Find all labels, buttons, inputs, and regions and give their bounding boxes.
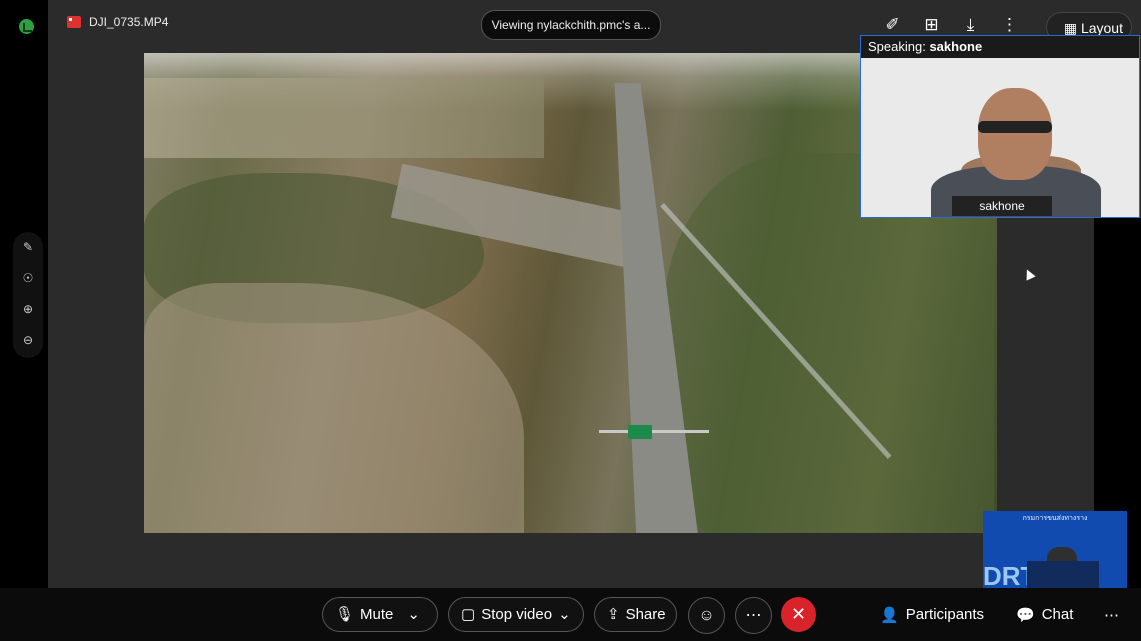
stop-video-label: Stop video <box>481 606 553 623</box>
speaker-glasses <box>978 121 1052 133</box>
field-patch <box>144 78 544 158</box>
shared-file-name: DJI_0735.MP4 <box>89 15 169 29</box>
more-panels-button[interactable]: ⋯ <box>1104 597 1119 632</box>
top-actions: ✐ ⊞ ⤓ ⋮ <box>880 12 1022 37</box>
road-sign <box>628 425 652 439</box>
speaker-head <box>978 88 1052 180</box>
more-options-icon: ⋯ <box>745 607 762 624</box>
mute-label: Mute <box>360 606 394 623</box>
speaking-indicator: Speaking: sakhone <box>861 36 1139 58</box>
pip-title: กรมการขนส่งทางราง <box>1022 515 1088 522</box>
pip-desk <box>1027 561 1099 590</box>
chat-icon: 💬 <box>1016 606 1035 624</box>
share-icon: ⇪ <box>607 606 620 623</box>
stop-video-button[interactable]: ▢ Stop video ⌄ <box>448 597 584 632</box>
annotate-icon[interactable]: ✎ <box>13 232 43 263</box>
participants-label: Participants <box>905 606 985 623</box>
chevron-down-icon[interactable]: ⌄ <box>558 597 571 632</box>
close-icon: ✕ <box>790 604 807 624</box>
left-rail: ✎ ☉ ⊕ ⊖ <box>0 0 48 588</box>
annotation-toolbar: ✎ ☉ ⊕ ⊖ <box>13 232 43 358</box>
mute-button[interactable]: 🎙 Mute ⌄ <box>322 597 438 632</box>
sign-gantry <box>599 430 709 433</box>
layout-icon: ▦ <box>1063 20 1081 36</box>
video-file-icon <box>67 16 81 28</box>
more-button[interactable]: ⋯ <box>735 597 772 634</box>
dirt-patch <box>144 283 524 533</box>
new-whiteboard-icon[interactable]: ⊞ <box>919 12 944 37</box>
active-speaker-tile[interactable]: Speaking: sakhone sakhone <box>860 35 1140 218</box>
participants-icon: 👤 <box>880 606 899 624</box>
more-options-icon[interactable]: ⋮ <box>997 12 1022 37</box>
shared-file-label: DJI_0735.MP4 <box>67 15 168 29</box>
participants-button[interactable]: 👤 Participants <box>880 597 984 632</box>
chat-label: Chat <box>1041 606 1074 623</box>
share-label: Share <box>625 606 666 623</box>
speaking-label: Speaking: <box>868 39 926 54</box>
reactions-icon: ☺ <box>698 607 715 624</box>
zoom-out-icon[interactable]: ⊖ <box>13 325 43 356</box>
download-icon[interactable]: ⤓ <box>958 12 983 37</box>
speaker-name: sakhone <box>929 39 983 54</box>
self-view-tile[interactable]: กรมการขนส่งทางราง DRT <box>983 511 1127 590</box>
participant-name-badge: sakhone <box>952 196 1052 216</box>
meeting-toolbar: 🎙 Mute ⌄ ▢ Stop video ⌄ ⇪ Share ☺ ⋯ 👤 Pa… <box>0 588 1141 641</box>
remote-control-icon[interactable]: ☉ <box>13 263 43 294</box>
chevron-down-icon[interactable]: ⌄ <box>407 597 420 632</box>
share-button[interactable]: ⇪ Share <box>594 597 677 632</box>
microphone-icon: 🎙 <box>335 606 355 623</box>
zoom-in-icon[interactable]: ⊕ <box>13 294 43 325</box>
viewing-indicator[interactable]: Viewing nylackchith.pmc's a... <box>481 10 661 40</box>
more-options-icon: ⋯ <box>1104 606 1119 624</box>
chat-button[interactable]: 💬 Chat <box>1016 597 1073 632</box>
network-status-icon[interactable] <box>19 19 34 34</box>
annotation-toggle-icon[interactable]: ✐ <box>880 12 905 37</box>
layout-label: Layout <box>1080 20 1123 36</box>
leave-meeting-button[interactable]: ✕ <box>781 597 816 632</box>
reactions-button[interactable]: ☺ <box>688 597 725 634</box>
camera-icon: ▢ <box>461 606 476 623</box>
